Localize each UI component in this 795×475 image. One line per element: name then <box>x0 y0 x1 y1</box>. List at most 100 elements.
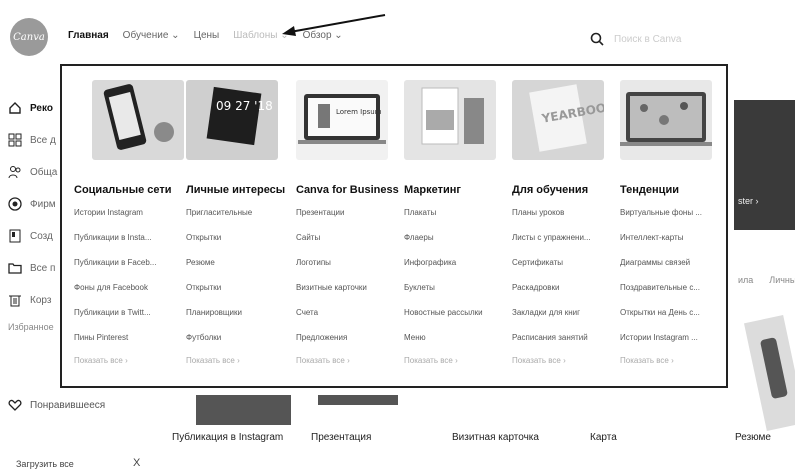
close-icon[interactable]: X <box>133 457 140 469</box>
show-all-link[interactable]: Показать все › <box>404 356 458 365</box>
show-all-link[interactable]: Показать все › <box>186 356 240 365</box>
menu-link[interactable]: Счета <box>296 308 367 333</box>
menu-link[interactable]: Визитные карточки <box>296 283 367 308</box>
marketing-thumbnail[interactable] <box>404 80 496 160</box>
menu-link[interactable]: Интеллект-карты <box>620 233 702 258</box>
trash-icon <box>9 295 21 307</box>
column-title[interactable]: Для обучения <box>512 184 588 196</box>
background-row: илаЛичные <box>738 275 795 285</box>
menu-link[interactable]: Открытки <box>186 283 252 308</box>
show-all-link[interactable]: Показать все › <box>620 356 674 365</box>
label-instagram-post[interactable]: Публикация в Instagram <box>172 432 283 443</box>
background-banner: ster › <box>734 100 795 230</box>
menu-link[interactable]: Планы уроков <box>512 208 591 233</box>
menu-link[interactable]: Виртуальные фоны ... <box>620 208 702 233</box>
show-all-link[interactable]: Показать все › <box>512 356 566 365</box>
home-icon <box>9 102 21 114</box>
menu-link[interactable]: Истории Instagram <box>74 208 156 233</box>
calendar-image-icon: 09 27 '18 <box>206 86 273 146</box>
social-thumbnail[interactable] <box>92 80 184 160</box>
canva-logo[interactable]: Canva <box>10 18 48 56</box>
menu-link[interactable]: Флаеры <box>404 233 483 258</box>
menu-link[interactable]: Открытки <box>186 233 252 258</box>
search-input[interactable]: Поиск в Canva <box>614 34 682 45</box>
menu-link[interactable]: Планировщики <box>186 308 252 333</box>
instagram-thumbnail[interactable] <box>196 395 291 425</box>
menu-link[interactable]: Публикации в Insta... <box>74 233 156 258</box>
column-title[interactable]: Маркетинг <box>404 184 461 196</box>
sidebar-item-trash[interactable]: Корз <box>8 284 68 316</box>
svg-text:09 27 '18: 09 27 '18 <box>216 99 273 113</box>
personal-thumbnail[interactable]: 09 27 '18 <box>186 80 278 160</box>
menu-link[interactable]: Поздравительные с... <box>620 283 702 308</box>
column-title[interactable]: Тенденции <box>620 184 679 196</box>
nav-learning[interactable]: Обучение ⌄ <box>123 30 180 41</box>
label-resume[interactable]: Резюме <box>735 432 771 443</box>
menu-link[interactable]: Резюме <box>186 258 252 283</box>
menu-link[interactable]: Новостные рассылки <box>404 308 483 333</box>
label-business-card[interactable]: Визитная карточка <box>452 432 539 443</box>
upload-status-text: Загрузить все <box>16 459 74 469</box>
label-map[interactable]: Карта <box>590 432 617 443</box>
nav-prices[interactable]: Цены <box>194 30 220 41</box>
column-title[interactable]: Canva for Business <box>296 184 399 196</box>
column-title[interactable]: Социальные сети <box>74 184 172 196</box>
column-links: Истории Instagram Публикации в Insta... … <box>74 208 156 358</box>
folder-icon <box>8 263 22 274</box>
sidebar-section-favorites: Избранное <box>8 322 54 332</box>
menu-link[interactable]: Листы с упражнени... <box>512 233 591 258</box>
resume-thumbnail[interactable] <box>744 315 795 431</box>
education-thumbnail[interactable]: YEARBOOK <box>512 80 604 160</box>
menu-link[interactable]: Истории Instagram ... <box>620 333 702 358</box>
yearbook-image-icon: YEARBOOK <box>529 84 604 152</box>
sidebar-item-recommended[interactable]: Реко <box>8 92 68 124</box>
column-title[interactable]: Личные интересы <box>186 184 285 196</box>
menu-link[interactable]: Диаграммы связей <box>620 258 702 283</box>
grid-icon <box>8 133 22 147</box>
search-icon <box>590 32 604 46</box>
menu-link[interactable]: Логотипы <box>296 258 367 283</box>
menu-link[interactable]: Инфографика <box>404 258 483 283</box>
sidebar-item-all-designs[interactable]: Все д <box>8 124 68 156</box>
show-all-link[interactable]: Показать все › <box>296 356 350 365</box>
sidebar-item-brand[interactable]: Фирм <box>8 188 68 220</box>
laptop-image-icon: Lorem Ipsum <box>298 94 386 144</box>
menu-link[interactable]: Пины Pinterest <box>74 333 156 358</box>
menu-link[interactable]: Меню <box>404 333 483 358</box>
trends-thumbnail[interactable] <box>620 80 712 160</box>
column-links: Плакаты Флаеры Инфографика Буклеты Новос… <box>404 208 483 358</box>
label-presentation[interactable]: Презентация <box>311 432 371 443</box>
people-icon <box>8 166 21 179</box>
menu-link[interactable]: Плакаты <box>404 208 483 233</box>
sidebar-item-created[interactable]: Созд <box>8 220 68 252</box>
sidebar-item-liked[interactable]: Понравившееся <box>8 398 105 412</box>
column-links: Презентации Сайты Логотипы Визитные карт… <box>296 208 367 358</box>
menu-link[interactable]: Сертификаты <box>512 258 591 283</box>
business-thumbnail[interactable]: Lorem Ipsum <box>296 80 388 160</box>
menu-link[interactable]: Публикации в Faceb... <box>74 258 156 283</box>
presentation-thumbnail[interactable] <box>318 395 398 405</box>
menu-link[interactable]: Пригласительные <box>186 208 252 233</box>
laptop-pattern-image-icon <box>620 92 712 146</box>
menu-link[interactable]: Раскадровки <box>512 283 591 308</box>
menu-link[interactable]: Сайты <box>296 233 367 258</box>
search-bar[interactable]: Поиск в Canva <box>590 32 682 46</box>
nav-home[interactable]: Главная <box>68 30 109 41</box>
menu-link[interactable]: Презентации <box>296 208 367 233</box>
sidebar-item-all-folders[interactable]: Все п <box>8 252 68 284</box>
show-all-link[interactable]: Показать все › <box>74 356 128 365</box>
brand-icon <box>8 197 22 211</box>
svg-text:Lorem Ipsum: Lorem Ipsum <box>336 108 382 116</box>
menu-link[interactable]: Расписания занятий <box>512 333 591 358</box>
menu-link[interactable]: Открытки на День с... <box>620 308 702 333</box>
menu-link[interactable]: Закладки для книг <box>512 308 591 333</box>
menu-link[interactable]: Фоны для Facebook <box>74 283 156 308</box>
menu-link[interactable]: Футболки <box>186 333 252 358</box>
menu-link[interactable]: Публикации в Twitt... <box>74 308 156 333</box>
sidebar-item-shared[interactable]: Обща <box>8 156 68 188</box>
heart-icon <box>8 399 22 411</box>
annotation-arrow-icon <box>282 14 386 36</box>
menu-link[interactable]: Предложения <box>296 333 367 358</box>
menu-link[interactable]: Буклеты <box>404 283 483 308</box>
sidebar: Реко Все д Обща Фирм Созд Все п Корз Изб… <box>8 92 68 332</box>
